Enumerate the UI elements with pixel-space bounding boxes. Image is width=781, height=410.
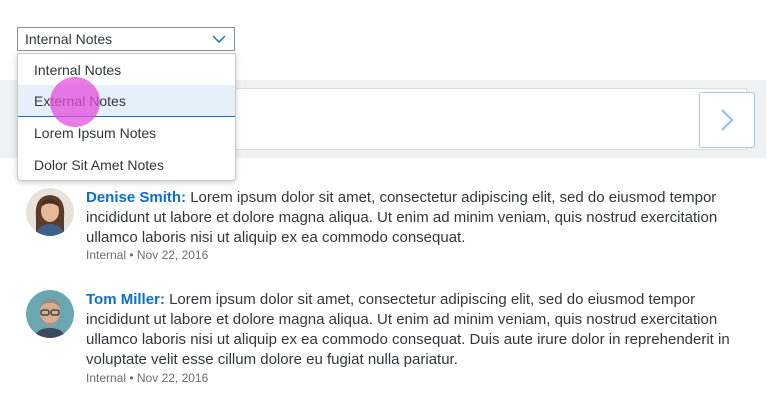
post-body: Tom Miller: Lorem ipsum dolor sit amet, … <box>86 290 756 370</box>
avatar[interactable] <box>26 188 74 236</box>
chevron-down-icon <box>212 35 226 43</box>
notes-filter-value: Internal Notes <box>25 31 113 47</box>
avatar[interactable] <box>26 290 74 338</box>
dropdown-option-lorem-ipsum-notes[interactable]: Lorem Ipsum Notes <box>18 117 235 149</box>
touch-indicator <box>50 77 100 127</box>
post-button[interactable] <box>699 92 755 148</box>
post-body: Denise Smith: Lorem ipsum dolor sit amet… <box>86 188 756 248</box>
post-author[interactable]: Denise Smith: <box>86 189 186 206</box>
chevron-right-icon <box>721 109 734 131</box>
post-meta: Internal • Nov 22, 2016 <box>86 248 209 262</box>
notes-filter-select[interactable]: Internal Notes <box>17 27 235 51</box>
post-content: Lorem ipsum dolor sit amet, consectetur … <box>86 291 730 368</box>
notes-filter-dropdown: Internal Notes External Notes Lorem Ipsu… <box>17 53 236 181</box>
post-author[interactable]: Tom Miller: <box>86 291 165 308</box>
dropdown-option-dolor-sit-amet-notes[interactable]: Dolor Sit Amet Notes <box>18 149 235 181</box>
post-meta: Internal • Nov 22, 2016 <box>86 371 209 385</box>
dropdown-option-internal-notes[interactable]: Internal Notes <box>18 54 235 86</box>
